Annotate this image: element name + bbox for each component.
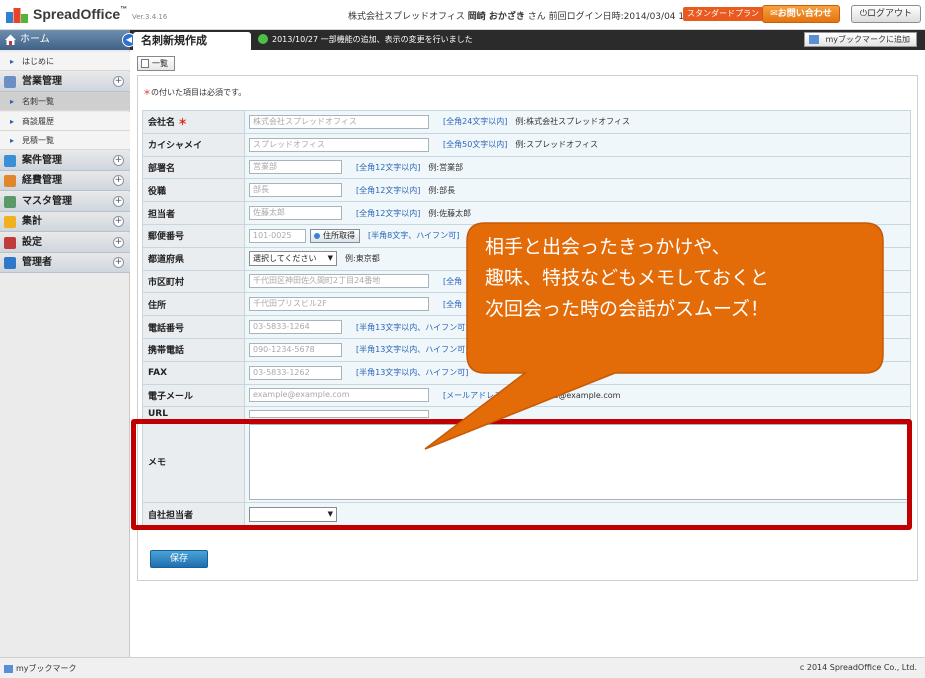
- list-icon: [141, 59, 149, 68]
- sidebar-item-label: 商談履歴: [22, 116, 54, 126]
- bookmark-icon: [4, 664, 13, 673]
- expand-plus-icon[interactable]: +: [113, 216, 124, 227]
- company-name: 株式会社スプレッドオフィス: [348, 12, 465, 22]
- job-title-input[interactable]: 部長: [249, 183, 342, 198]
- home-tab[interactable]: ホーム: [0, 30, 130, 50]
- kana-input[interactable]: スプレッドオフィス: [249, 137, 429, 152]
- user-suffix: さん: [527, 12, 546, 22]
- sidebar-category[interactable]: 経費管理 +: [0, 171, 130, 191]
- home-icon: [5, 34, 16, 45]
- city-input[interactable]: 千代田区神田佐久間町2丁目24番地: [249, 274, 429, 289]
- expand-plus-icon[interactable]: +: [113, 257, 124, 268]
- sidebar-item-label: 設定: [22, 236, 42, 248]
- email-input[interactable]: example@example.com: [249, 388, 429, 403]
- power-icon: ⏻: [859, 9, 868, 19]
- sidebar-item-label: 営業管理: [22, 75, 62, 87]
- page-title-tab: 名刺新規作成: [133, 32, 251, 50]
- expand-plus-icon[interactable]: +: [113, 236, 124, 248]
- version-label: Ver.3.4.16: [132, 13, 168, 21]
- expand-plus-icon[interactable]: +: [113, 75, 124, 87]
- required-note: ＊の付いた項目は必須です。: [143, 88, 247, 97]
- add-mybookmark-button[interactable]: myブックマークに追加: [804, 32, 917, 47]
- sidebar-subitem[interactable]: 商談履歴: [0, 111, 130, 131]
- category-icon: [4, 154, 16, 167]
- callout-line: 次回会った時の会話がスムーズ！: [485, 298, 770, 320]
- form-row-company: 会社名 ＊ 株式会社スプレッドオフィス [全角24文字以内] 例:株式会社スプレッド…: [142, 110, 911, 134]
- notice-text[interactable]: 2013/10/27 一部機能の追加、表示の変更を行いました: [272, 34, 473, 45]
- logo-text[interactable]: SpreadOffice™: [33, 6, 127, 22]
- sidebar-category[interactable]: 集計 +: [0, 212, 130, 232]
- sidebar-item-label: 見積一覧: [22, 136, 54, 145]
- company-name-input[interactable]: 株式会社スプレッドオフィス: [249, 114, 429, 129]
- category-icon: [4, 257, 16, 269]
- category-icon: [4, 175, 16, 187]
- contact-button[interactable]: ✉お問い合わせ: [762, 5, 840, 23]
- form-row-dept: 部署名 営業部 [全角12文字以内] 例:営業部: [142, 155, 911, 180]
- form-row-title: 役職 部長 [全角12文字以内] 例:部長: [142, 178, 911, 203]
- footer: [0, 657, 925, 678]
- mail-icon: ✉: [770, 9, 778, 19]
- get-address-button[interactable]: 住所取得: [310, 228, 360, 243]
- expand-plus-icon[interactable]: +: [113, 195, 124, 207]
- plan-badge: スタンダードプラン: [683, 7, 763, 21]
- login-info: 株式会社スプレッドオフィス 岡崎 おかざき さん 前回ログイン日時:2014/0…: [348, 9, 719, 22]
- sidebar-item-label: 経費管理: [22, 175, 62, 186]
- sidebar-item-label: はじめに: [22, 57, 54, 66]
- sidebar-category[interactable]: 設定 +: [0, 232, 130, 253]
- callout-line: 趣味、特技などもメモしておくと: [485, 267, 769, 289]
- sidebar-category[interactable]: 管理者 +: [0, 253, 130, 273]
- logout-button[interactable]: ⏻ログアウト: [851, 5, 921, 23]
- copyright: c 2014 SpreadOffice Co., Ltd.: [799, 663, 917, 672]
- url-input[interactable]: [249, 409, 429, 418]
- zip-input[interactable]: 101-0025: [249, 228, 306, 243]
- notice-icon: [258, 34, 268, 44]
- fax-input[interactable]: 03-5833-1262: [249, 365, 342, 380]
- phone-input[interactable]: 03-5833-1264: [249, 320, 342, 335]
- sidebar-item-label: 案件管理: [22, 154, 62, 166]
- bookmark-icon: [809, 35, 819, 44]
- list-button[interactable]: 一覧: [137, 56, 175, 71]
- sidebar-category[interactable]: マスタ管理 +: [0, 191, 130, 212]
- person-input[interactable]: 佐藤太郎: [249, 206, 342, 221]
- mobile-input[interactable]: 090-1234-5678: [249, 342, 342, 357]
- form-row-kana: カイシャメイ スプレッドオフィス [全角50文字以内] 例:スプレッドオフィス: [142, 132, 911, 157]
- sidebar-subitem[interactable]: 名刺一覧: [0, 92, 130, 111]
- user-name: 岡崎 おかざき: [467, 12, 525, 22]
- sidebar-subitem[interactable]: はじめに: [0, 52, 130, 71]
- sidebar-item-label: 名刺一覧: [22, 97, 54, 106]
- category-icon: [4, 236, 16, 249]
- sidebar-category[interactable]: 案件管理 +: [0, 150, 130, 171]
- spreadoffice-logo-icon[interactable]: [6, 6, 28, 24]
- expand-plus-icon[interactable]: +: [113, 154, 124, 166]
- category-icon: [4, 216, 16, 228]
- save-button[interactable]: 保存: [150, 550, 208, 568]
- address-input[interactable]: 千代田プリスビル2F: [249, 297, 429, 312]
- prefecture-select[interactable]: 選択してください: [249, 251, 337, 267]
- callout-text: 相手と出会ったきっかけや、 趣味、特技などもメモしておくと 次回会った時の会話が…: [485, 232, 885, 325]
- callout-line: 相手と出会ったきっかけや、: [485, 236, 731, 258]
- sidebar-category[interactable]: 営業管理 +: [0, 71, 130, 92]
- category-icon: [4, 75, 16, 88]
- category-icon: [4, 195, 16, 208]
- sidebar-item-label: 集計: [22, 216, 42, 227]
- footer-mybookmark[interactable]: myブックマーク: [4, 663, 77, 674]
- expand-plus-icon[interactable]: +: [113, 175, 124, 186]
- department-input[interactable]: 営業部: [249, 160, 342, 175]
- sidebar-item-label: 管理者: [22, 257, 52, 268]
- sidebar-subitem[interactable]: 見積一覧: [0, 131, 130, 150]
- sidebar-item-label: マスタ管理: [22, 195, 72, 207]
